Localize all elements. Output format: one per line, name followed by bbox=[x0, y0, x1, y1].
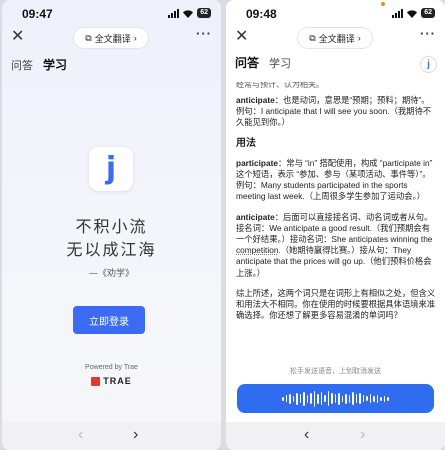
waveform-bar bbox=[324, 395, 326, 402]
chevron-right-icon: › bbox=[357, 33, 361, 43]
paragraph-anticipate-meaning: anticipate：也是动词，意思是“预期；预料；期待”。例句：I antic… bbox=[236, 95, 436, 129]
waveform-bar bbox=[383, 395, 386, 402]
waveform-bar bbox=[289, 393, 291, 404]
signal-icon bbox=[168, 8, 180, 18]
trae-logo-icon bbox=[91, 376, 101, 386]
forward-arrow-icon[interactable]: › bbox=[360, 426, 365, 444]
wifi-icon bbox=[182, 9, 194, 18]
usage-heading: 用法 bbox=[236, 137, 256, 149]
tab-study[interactable]: 学习 bbox=[269, 55, 291, 71]
close-icon[interactable]: ✕ bbox=[11, 28, 24, 46]
waveform-bar bbox=[320, 392, 323, 405]
waveform-bar bbox=[303, 391, 305, 406]
waveform-bar bbox=[317, 393, 319, 404]
trae-brand: TRAE bbox=[2, 376, 221, 386]
waveform-bar bbox=[352, 392, 354, 405]
full-translate-button[interactable]: ⧉ 全文翻译 › bbox=[74, 28, 148, 48]
underlined-word: competition bbox=[236, 245, 279, 256]
poem-line-2: 无以成江海 bbox=[66, 240, 157, 259]
keyword: anticipate bbox=[236, 95, 275, 105]
tab-qa[interactable]: 问答 bbox=[11, 57, 33, 73]
waveform-bar bbox=[285, 395, 288, 402]
back-arrow-icon[interactable]: ‹ bbox=[304, 426, 309, 444]
waveform-bar bbox=[362, 395, 365, 402]
login-button[interactable]: 立即登录 bbox=[73, 306, 145, 334]
waveform-bar bbox=[327, 391, 330, 406]
app-logo: j bbox=[89, 147, 133, 191]
waveform-bar bbox=[345, 393, 347, 404]
voice-record-button[interactable] bbox=[237, 384, 434, 413]
waveform-bar bbox=[369, 394, 372, 403]
paragraph-anticipate-usage: anticipate：后面可以直接接名词、动名词或者从句。接名词：We anti… bbox=[236, 212, 436, 279]
back-arrow-icon[interactable]: ‹ bbox=[78, 426, 83, 444]
waveform-bar bbox=[299, 394, 302, 403]
waveform-bar bbox=[331, 393, 333, 404]
chevron-right-icon: › bbox=[133, 33, 137, 43]
paragraph-participate-usage: participate：常与 “in” 搭配使用，构成 “participate… bbox=[236, 158, 436, 203]
status-time: 09:48 bbox=[246, 7, 277, 21]
waveform-bar bbox=[373, 395, 375, 402]
voice-hint: 松手发送语音，上划取消发送 bbox=[290, 368, 381, 375]
battery-icon: 62 bbox=[421, 8, 435, 18]
truncated-line: 经常与预计、认为相关。 bbox=[236, 82, 324, 88]
waveform-bar bbox=[338, 392, 340, 405]
summary-paragraph: 综上所述，这两个词只是在词形上有相似之处，但含义和用法大不相同。你在使用的时候要… bbox=[236, 287, 436, 321]
assistant-avatar[interactable]: j bbox=[421, 57, 436, 72]
powered-by: Powered by Trae bbox=[85, 364, 138, 371]
more-icon[interactable]: ··· bbox=[420, 26, 436, 41]
tab-qa[interactable]: 问答 bbox=[235, 54, 259, 71]
more-icon[interactable]: ··· bbox=[196, 26, 212, 41]
waveform-bar bbox=[313, 390, 316, 407]
answer-content: 经常与预计、认为相关。 anticipate：也是动词，意思是“预期；预料；期待… bbox=[236, 82, 436, 330]
waveform-bar bbox=[306, 394, 309, 403]
full-translate-label: 全文翻译 bbox=[318, 33, 355, 44]
waveform-bar bbox=[348, 394, 351, 403]
keyword: anticipate bbox=[236, 211, 275, 222]
top-nav: ✕ ⧉ 全文翻译 › ··· bbox=[226, 26, 445, 50]
tab-bar: 问答 学习 bbox=[235, 54, 291, 71]
trae-wordmark: TRAE bbox=[103, 376, 132, 386]
status-bar: 09:48 62 bbox=[226, 0, 445, 26]
status-bar: 09:47 62 bbox=[2, 0, 221, 26]
left-screen: 09:47 62 ✕ ⧉ 全文翻译 › ··· 问答 学习 j 不积小流 无以成… bbox=[2, 0, 221, 450]
tab-bar: 问答 学习 bbox=[11, 56, 67, 73]
forward-arrow-icon[interactable]: › bbox=[133, 426, 138, 444]
battery-icon: 62 bbox=[197, 8, 211, 18]
translate-icon: ⧉ bbox=[309, 32, 316, 43]
waveform-bar bbox=[366, 396, 368, 401]
tab-study[interactable]: 学习 bbox=[43, 56, 67, 73]
waveform-bar bbox=[282, 396, 284, 401]
waveform-bar bbox=[296, 392, 298, 405]
translate-icon: ⧉ bbox=[85, 32, 92, 43]
right-screen: 09:48 62 ✕ ⧉ 全文翻译 › ··· 问答 学习 j 经常与预计、认为… bbox=[226, 0, 445, 450]
waveform-bar bbox=[387, 396, 389, 401]
signal-icon bbox=[392, 8, 404, 18]
poem-source: —《劝学》 bbox=[88, 269, 134, 279]
waveform-bar bbox=[292, 395, 295, 402]
status-time: 09:47 bbox=[22, 7, 53, 21]
full-translate-button[interactable]: ⧉ 全文翻译 › bbox=[298, 28, 372, 48]
full-translate-label: 全文翻译 bbox=[94, 33, 131, 44]
waveform-bar bbox=[334, 394, 337, 403]
waveform-bar bbox=[341, 395, 344, 402]
waveform-bar bbox=[310, 393, 312, 404]
status-icons: 62 bbox=[168, 8, 211, 18]
waveform-bar bbox=[380, 396, 382, 401]
keyword: participate bbox=[236, 157, 278, 168]
close-icon[interactable]: ✕ bbox=[235, 28, 248, 46]
poem-line-1: 不积小流 bbox=[75, 217, 148, 236]
wifi-icon bbox=[406, 9, 418, 18]
waveform-bar bbox=[359, 393, 361, 404]
waveform-bar bbox=[355, 394, 358, 403]
top-nav: ✕ ⧉ 全文翻译 › ··· bbox=[2, 26, 221, 50]
browser-bottom-bar: ‹ › bbox=[2, 422, 221, 450]
status-icons: 62 bbox=[392, 8, 435, 18]
browser-bottom-bar: ‹ › bbox=[226, 422, 445, 450]
waveform-bar bbox=[376, 394, 379, 403]
mic-indicator-icon bbox=[381, 2, 385, 6]
logo-letter: j bbox=[105, 151, 117, 186]
